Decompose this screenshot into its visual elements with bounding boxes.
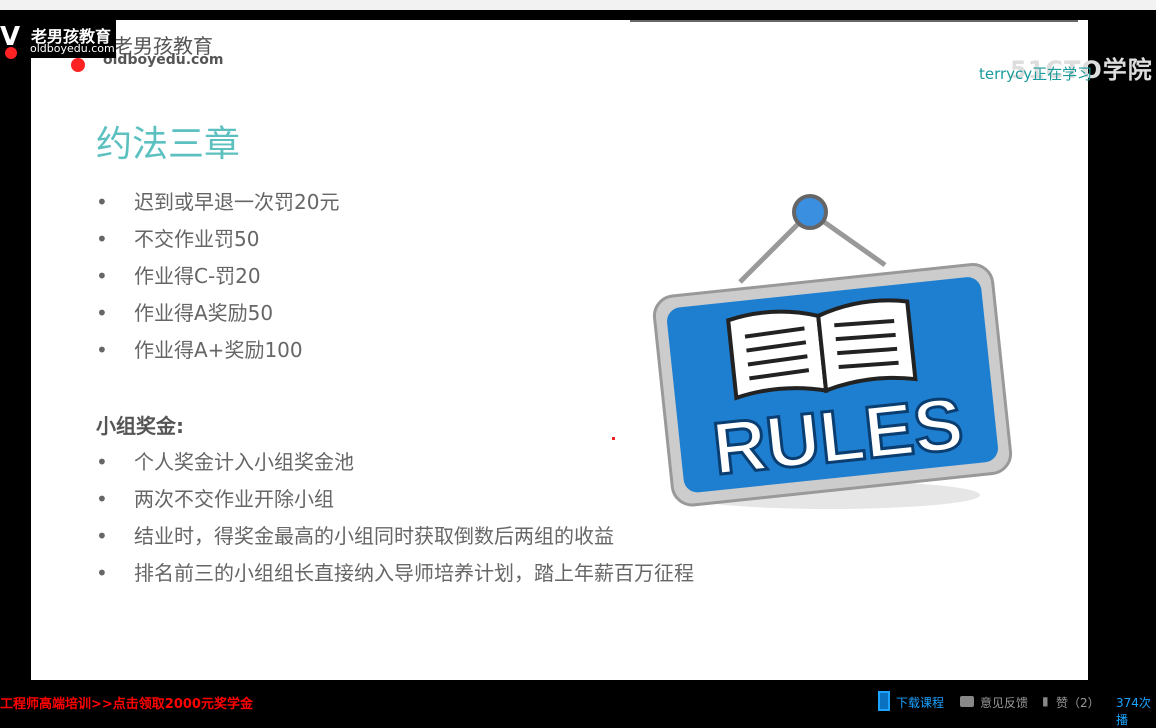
list-item: • 排名前三的小组组长直接纳入导师培养计划，踏上年薪百万征程 bbox=[96, 561, 694, 585]
download-button[interactable]: 下载课程 bbox=[896, 694, 944, 711]
rules-list: • 迟到或早退一次罚20元 • 不交作业罚50 • 作业得C-罚20 • 作业得A奖励5… bbox=[96, 184, 339, 369]
group-rules-list: • 个人奖金计入小组奖金池 • 两次不交作业开除小组 • 结业时，得奖金最高的小组同时… bbox=[96, 444, 694, 592]
thumbs-up-icon: ▮ bbox=[1042, 694, 1049, 708]
list-item: • 两次不交作业开除小组 bbox=[96, 487, 334, 511]
download-icon bbox=[878, 691, 890, 711]
list-item: • 作业得C-罚20 bbox=[96, 264, 261, 288]
slide-title: 约法三章 bbox=[96, 124, 241, 165]
logo-domain: oldboyedu.com bbox=[103, 52, 224, 68]
learning-status: terrycy正在学习 bbox=[979, 65, 1093, 83]
list-item: • 作业得A+奖励100 bbox=[96, 338, 303, 362]
list-item: • 迟到或早退一次罚20元 bbox=[96, 190, 340, 214]
logo-dot bbox=[5, 47, 17, 59]
list-item: • 作业得A奖励50 bbox=[96, 301, 274, 325]
top-strip bbox=[0, 0, 1156, 10]
view-count: 374次播 bbox=[1116, 696, 1151, 727]
divider bbox=[630, 20, 1078, 22]
logo-dot bbox=[71, 58, 85, 72]
feedback-icon bbox=[960, 696, 974, 707]
group-heading: 小组奖金: bbox=[96, 414, 184, 438]
list-item: • 个人奖金计入小组奖金池 bbox=[96, 450, 354, 474]
like-button[interactable]: 赞（2） bbox=[1056, 694, 1100, 711]
feedback-button[interactable]: 意见反馈 bbox=[980, 694, 1028, 711]
cursor-dot bbox=[612, 437, 615, 440]
logo-domain: oldboyedu.com bbox=[30, 42, 115, 55]
rules-sign-image: RULES bbox=[652, 194, 1013, 509]
player-logo: V 老男孩教育 oldboyedu.com bbox=[0, 20, 116, 59]
bottom-bar: 工程师高端培训>>点击领取2000元奖学金 下载课程 意见反馈 ▮ 赞（2） 3… bbox=[0, 686, 1156, 727]
list-item: • 结业时，得奖金最高的小组同时获取倒数后两组的收益 bbox=[96, 524, 614, 548]
promo-link[interactable]: 工程师高端培训>>点击领取2000元奖学金 bbox=[0, 693, 253, 712]
list-item: • 不交作业罚50 bbox=[96, 227, 260, 251]
